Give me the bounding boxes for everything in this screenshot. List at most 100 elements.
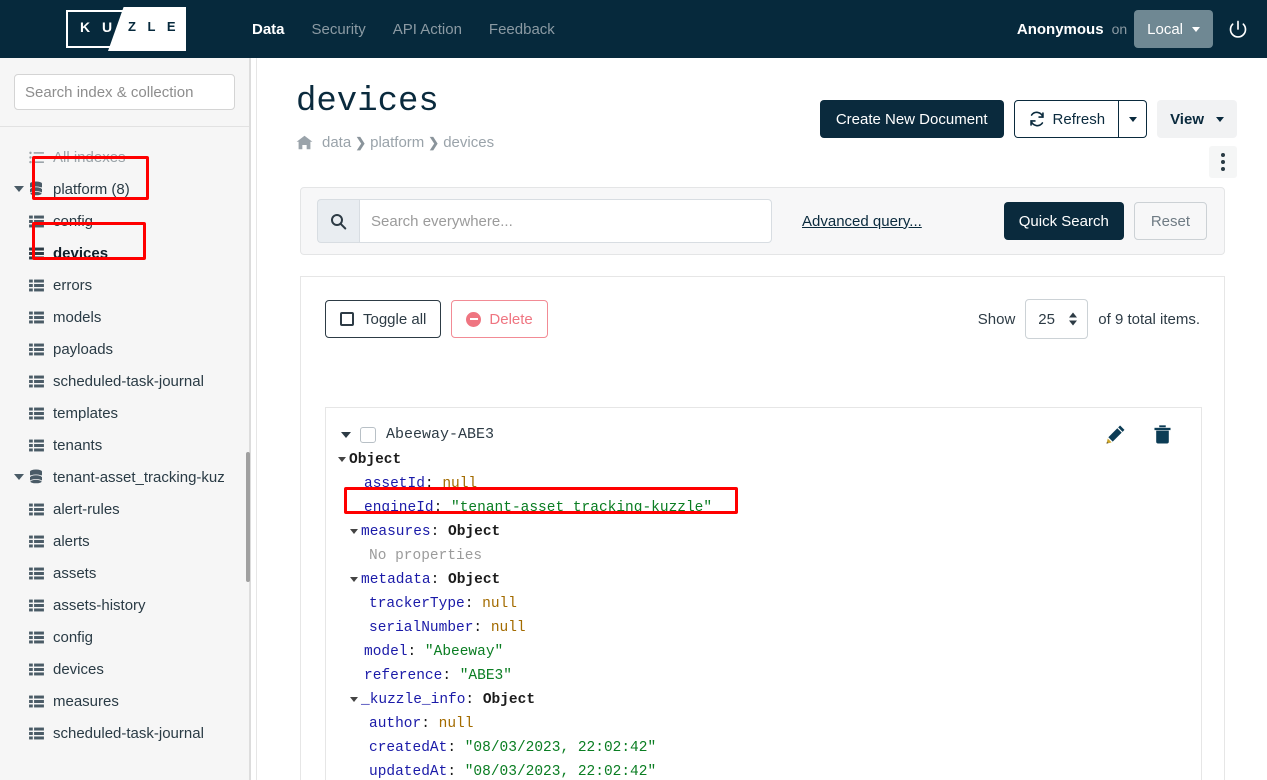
json-separator: :: [424, 476, 443, 492]
main-nav-links: Data Security API Action Feedback: [252, 21, 555, 38]
json-line: No properties: [338, 544, 1201, 568]
sidebar-collection-errors[interactable]: errors: [0, 269, 249, 301]
json-root-line[interactable]: Object: [338, 448, 1201, 472]
json-key: author: [369, 716, 422, 732]
sidebar-collection-payloads[interactable]: payloads: [0, 333, 249, 365]
environment-selector[interactable]: Local: [1134, 10, 1213, 48]
sidebar-collection-measures[interactable]: measures: [0, 685, 249, 717]
refresh-label: Refresh: [1052, 110, 1106, 128]
json-line[interactable]: metadata: Object: [338, 568, 1201, 592]
expand-triangle-icon: [350, 529, 358, 534]
expand-arrow-icon[interactable]: [12, 474, 26, 480]
json-value: "08/03/2023, 22:02:42": [464, 764, 657, 780]
create-new-document-button[interactable]: Create New Document: [819, 100, 1004, 138]
sidebar-index-platform[interactable]: platform (8): [0, 173, 249, 205]
json-line: model: "Abeeway": [338, 640, 1201, 664]
sidebar-item-all-indexes[interactable]: All indexes: [0, 141, 249, 173]
sidebar-item-label: assets-history: [53, 596, 146, 614]
refresh-dropdown-toggle[interactable]: [1119, 100, 1148, 138]
json-separator: :: [433, 500, 452, 516]
document-collapse-arrow-icon[interactable]: [338, 431, 354, 438]
sidebar-collection-models[interactable]: models: [0, 301, 249, 333]
database-icon: [26, 181, 46, 197]
sidebar-item-label: All indexes: [53, 148, 126, 166]
sidebar-collection-assets[interactable]: assets: [0, 557, 249, 589]
toggle-all-button[interactable]: Toggle all: [325, 300, 442, 338]
sidebar-collection-assets-history[interactable]: assets-history: [0, 589, 249, 621]
environment-label: Local: [1147, 20, 1183, 38]
sidebar-divider: [250, 58, 251, 780]
sidebar-collection-config-tenant[interactable]: config: [0, 621, 249, 653]
collection-icon: [26, 215, 46, 228]
json-empty-label: No properties: [369, 548, 483, 564]
sidebar-index-tenant-asset-tracking[interactable]: tenant-asset_tracking-kuz: [0, 461, 249, 493]
sidebar-item-label: alert-rules: [53, 500, 120, 518]
sidebar-collection-templates[interactable]: templates: [0, 397, 249, 429]
advanced-query-link[interactable]: Advanced query...: [802, 213, 922, 230]
chevron-down-icon: [1192, 26, 1200, 32]
trash-icon[interactable]: [1152, 424, 1173, 445]
json-value: null: [438, 716, 474, 732]
collection-icon: [26, 663, 46, 676]
breadcrumb-separator: ❯: [428, 134, 440, 150]
home-icon[interactable]: [296, 135, 313, 150]
breadcrumb-platform[interactable]: platform: [370, 134, 424, 151]
json-line[interactable]: _kuzzle_info: Object: [338, 688, 1201, 712]
json-key: serialNumber: [369, 620, 474, 636]
breadcrumb-data[interactable]: data: [322, 134, 351, 151]
page-title: devices: [296, 83, 439, 121]
sidebar-item-label: devices: [53, 660, 104, 678]
refresh-button[interactable]: Refresh: [1013, 100, 1120, 138]
pencil-icon[interactable]: [1105, 424, 1126, 445]
expand-triangle-icon: [350, 577, 358, 582]
view-dropdown-button[interactable]: View: [1157, 100, 1237, 138]
sidebar-collection-alerts[interactable]: alerts: [0, 525, 249, 557]
sidebar-item-label: alerts: [53, 532, 90, 550]
kuzzle-logo[interactable]: K U Z Z L E: [66, 7, 186, 51]
sidebar-collection-devices-platform[interactable]: devices: [0, 237, 249, 269]
chevron-down-icon: [1216, 116, 1224, 122]
nav-link-security[interactable]: Security: [312, 21, 366, 38]
sidebar-collection-tenants[interactable]: tenants: [0, 429, 249, 461]
json-value: Object: [448, 524, 501, 540]
expand-arrow-icon[interactable]: [12, 186, 26, 192]
json-separator: :: [442, 668, 460, 684]
breadcrumb-separator: ❯: [355, 134, 367, 150]
json-separator: :: [447, 740, 465, 756]
nav-link-api-action[interactable]: API Action: [393, 21, 462, 38]
sidebar-collection-scheduled-task-journal-platform[interactable]: scheduled-task-journal: [0, 365, 249, 397]
page-size-select[interactable]: 25: [1025, 299, 1089, 339]
power-icon[interactable]: [1227, 18, 1249, 40]
quick-search-button[interactable]: Quick Search: [1003, 202, 1124, 240]
sidebar-collection-scheduled-task-journal-tenant[interactable]: scheduled-task-journal: [0, 717, 249, 749]
breadcrumb-devices[interactable]: devices: [443, 134, 494, 151]
json-separator: :: [430, 572, 449, 588]
sidebar-item-label: devices: [53, 244, 109, 262]
main-content: devices data ❯ platform ❯ devices Create…: [258, 58, 1267, 780]
nav-link-data[interactable]: Data: [252, 21, 285, 38]
collection-icon: [26, 535, 46, 548]
dot: [1221, 153, 1225, 157]
more-options-button[interactable]: [1209, 146, 1237, 178]
sidebar-scrollbar-thumb[interactable]: [246, 452, 250, 582]
delete-label: Delete: [489, 310, 533, 328]
sidebar-collection-config-platform[interactable]: config: [0, 205, 249, 237]
reset-button[interactable]: Reset: [1133, 202, 1207, 240]
search-index-collection-input[interactable]: [14, 74, 235, 110]
json-key: model: [364, 644, 408, 660]
search-everywhere-input[interactable]: [359, 199, 772, 243]
json-key: _kuzzle_info: [361, 692, 466, 708]
breadcrumb: data ❯ platform ❯ devices: [296, 134, 494, 151]
collection-icon: [26, 695, 46, 708]
nav-link-feedback[interactable]: Feedback: [489, 21, 555, 38]
collection-icon: [26, 599, 46, 612]
json-line: trackerType: null: [338, 592, 1201, 616]
sidebar-collection-alert-rules[interactable]: alert-rules: [0, 493, 249, 525]
search-icon: [317, 199, 359, 243]
delete-selected-button[interactable]: Delete: [451, 300, 548, 338]
collection-icon: [26, 503, 46, 516]
document-checkbox[interactable]: [360, 426, 376, 443]
sidebar-collection-devices-tenant[interactable]: devices: [0, 653, 249, 685]
json-line[interactable]: measures: Object: [338, 520, 1201, 544]
database-icon: [26, 469, 46, 485]
